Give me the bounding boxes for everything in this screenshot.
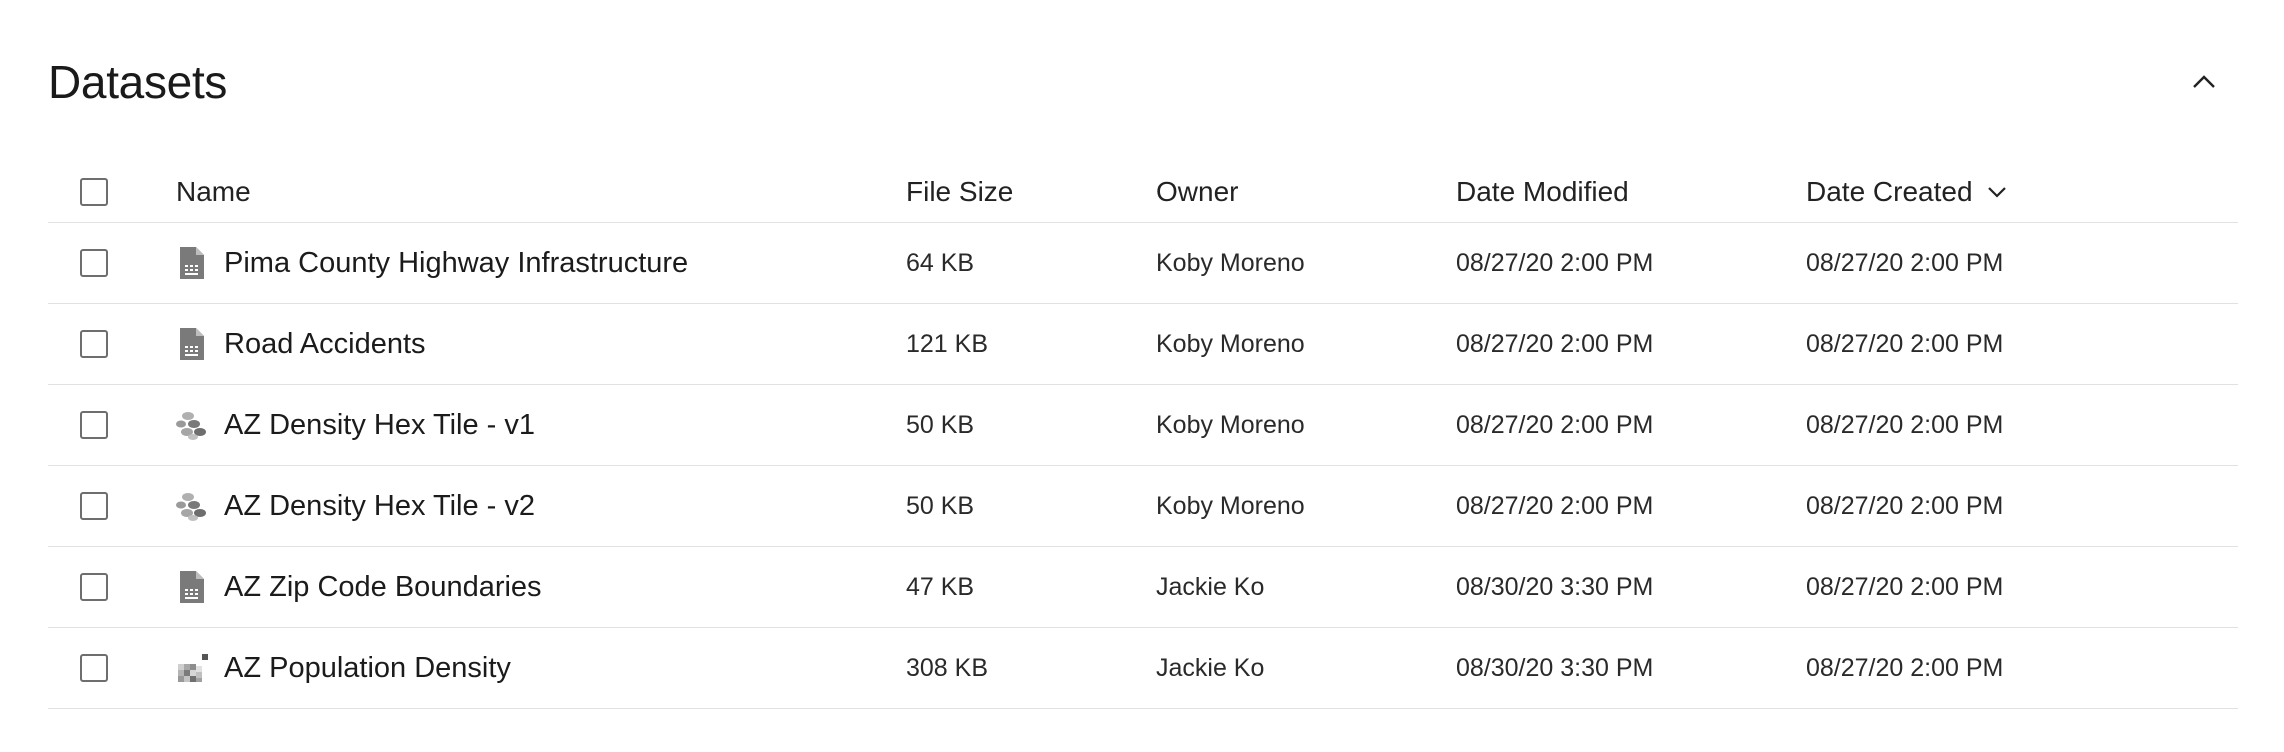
document-icon [176, 570, 208, 604]
date-created-cell: 08/27/20 2:00 PM [1806, 653, 2004, 682]
owner-cell: Jackie Ko [1156, 653, 1265, 682]
dataset-name[interactable]: Road Accidents [224, 328, 426, 361]
row-checkbox[interactable] [80, 654, 108, 682]
date-modified-cell: 08/27/20 2:00 PM [1456, 410, 1654, 439]
dataset-name[interactable]: AZ Density Hex Tile - v2 [224, 490, 535, 523]
dataset-name-cell: AZ Population Density [176, 651, 511, 685]
table-row[interactable]: Pima County Highway Infrastructure 64 KB… [48, 223, 2238, 304]
owner-cell: Koby Moreno [1156, 248, 1305, 277]
chevron-down-icon [1987, 186, 2007, 198]
column-header-file-size[interactable]: File Size [906, 176, 1013, 208]
table-header: Name File Size Owner Date Modified Date … [48, 162, 2238, 223]
date-created-cell: 08/27/20 2:00 PM [1806, 491, 2004, 520]
document-icon [176, 246, 208, 280]
dataset-name[interactable]: Pima County Highway Infrastructure [224, 247, 688, 280]
date-created-cell: 08/27/20 2:00 PM [1806, 572, 2004, 601]
table-row[interactable]: AZ Population Density 308 KB Jackie Ko 0… [48, 628, 2238, 709]
chevron-up-icon [2193, 75, 2215, 88]
row-checkbox[interactable] [80, 492, 108, 520]
row-checkbox[interactable] [80, 249, 108, 277]
owner-cell: Koby Moreno [1156, 491, 1305, 520]
dataset-name-cell: AZ Density Hex Tile - v1 [176, 408, 535, 442]
date-modified-cell: 08/27/20 2:00 PM [1456, 491, 1654, 520]
row-checkbox[interactable] [80, 411, 108, 439]
date-created-cell: 08/27/20 2:00 PM [1806, 329, 2004, 358]
select-all-checkbox[interactable] [80, 178, 108, 206]
hex-tile-icon [176, 408, 208, 442]
dataset-name[interactable]: AZ Population Density [224, 652, 511, 685]
table-row[interactable]: AZ Density Hex Tile - v2 50 KB Koby More… [48, 466, 2238, 547]
document-icon [176, 327, 208, 361]
table-row[interactable]: AZ Density Hex Tile - v1 50 KB Koby More… [48, 385, 2238, 466]
hex-tile-icon [176, 489, 208, 523]
column-header-date-created[interactable]: Date Created [1806, 176, 2007, 208]
column-header-name[interactable]: Name [176, 176, 251, 208]
table-row[interactable]: AZ Zip Code Boundaries 47 KB Jackie Ko 0… [48, 547, 2238, 628]
owner-cell: Jackie Ko [1156, 572, 1265, 601]
date-modified-cell: 08/30/20 3:30 PM [1456, 653, 1654, 682]
dataset-name-cell: AZ Zip Code Boundaries [176, 570, 542, 604]
column-header-owner[interactable]: Owner [1156, 176, 1238, 208]
file-size-cell: 47 KB [906, 572, 975, 601]
file-size-cell: 121 KB [906, 329, 989, 358]
date-modified-cell: 08/27/20 2:00 PM [1456, 329, 1654, 358]
dataset-name-cell: AZ Density Hex Tile - v2 [176, 489, 535, 523]
dataset-name-cell: Road Accidents [176, 327, 426, 361]
date-created-cell: 08/27/20 2:00 PM [1806, 410, 2004, 439]
column-header-date-created-label: Date Created [1806, 176, 1973, 207]
date-created-cell: 08/27/20 2:00 PM [1806, 248, 2004, 277]
file-size-cell: 64 KB [906, 248, 975, 277]
table-row[interactable]: Road Accidents 121 KB Koby Moreno 08/27/… [48, 304, 2238, 385]
dataset-name-cell: Pima County Highway Infrastructure [176, 246, 688, 280]
datasets-panel: Datasets Name File Size Owner Date Modif… [0, 0, 2284, 752]
panel-title: Datasets [48, 56, 228, 108]
file-size-cell: 50 KB [906, 491, 975, 520]
dataset-name[interactable]: AZ Density Hex Tile - v1 [224, 409, 535, 442]
date-modified-cell: 08/27/20 2:00 PM [1456, 248, 1654, 277]
datasets-table: Name File Size Owner Date Modified Date … [48, 162, 2238, 709]
row-checkbox[interactable] [80, 330, 108, 358]
dataset-name[interactable]: AZ Zip Code Boundaries [224, 571, 542, 604]
row-checkbox[interactable] [80, 573, 108, 601]
file-size-cell: 50 KB [906, 410, 975, 439]
owner-cell: Koby Moreno [1156, 329, 1305, 358]
collapse-button[interactable] [2180, 58, 2228, 106]
raster-grid-icon [176, 651, 208, 685]
file-size-cell: 308 KB [906, 653, 989, 682]
owner-cell: Koby Moreno [1156, 410, 1305, 439]
date-modified-cell: 08/30/20 3:30 PM [1456, 572, 1654, 601]
column-header-date-modified[interactable]: Date Modified [1456, 176, 1629, 208]
